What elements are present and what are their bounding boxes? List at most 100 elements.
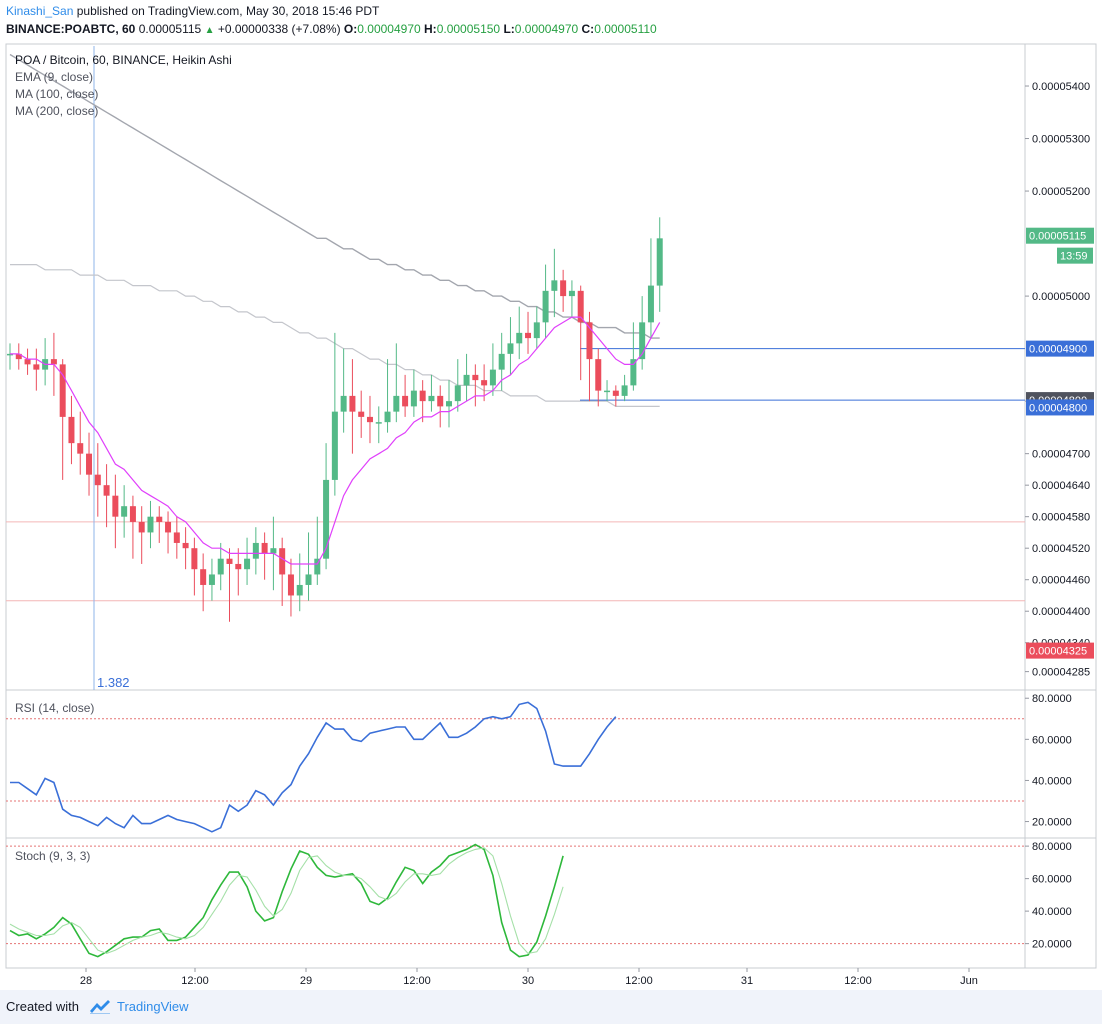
candle-body xyxy=(647,285,654,323)
candle-body xyxy=(305,574,312,585)
y-tick-label: 0.00004580 xyxy=(1032,512,1090,524)
candle-body xyxy=(165,521,172,533)
ma200-legend[interactable]: MA (200, close) xyxy=(15,104,98,118)
candle-body xyxy=(384,411,391,423)
candle-body xyxy=(77,443,84,454)
tradingview-logo-icon xyxy=(88,997,112,1020)
candle-body xyxy=(50,359,57,365)
candle-body xyxy=(296,584,303,596)
price-label-text: 0.00005115 xyxy=(1029,231,1086,243)
footer-bar: Created with TradingView xyxy=(0,990,1102,1024)
candle-body xyxy=(287,574,294,596)
price-label-text: 0.00004900 xyxy=(1029,344,1087,356)
candle-body xyxy=(112,495,119,517)
candle-body xyxy=(463,374,470,386)
candle-body xyxy=(191,548,198,570)
rsi-legend[interactable]: RSI (14, close) xyxy=(15,701,94,715)
candle-body xyxy=(340,395,347,412)
candle-body xyxy=(393,395,400,412)
candle-body xyxy=(156,516,163,522)
stoch-legend[interactable]: Stoch (9, 3, 3) xyxy=(15,849,90,863)
candle-body xyxy=(68,416,75,444)
y-tick-label: 0.00004520 xyxy=(1032,543,1090,555)
y-tick-label: 40.0000 xyxy=(1032,775,1072,787)
y-tick-label: 0.00005200 xyxy=(1032,186,1090,198)
main-legend-title: POA / Bitcoin, 60, BINANCE, Heikin Ashi xyxy=(15,53,232,67)
chart-svg[interactable]: 0.00005400 0.00005300 0.00005200 0.00005000… xyxy=(0,0,1102,990)
x-tick-label: 28 xyxy=(80,975,92,987)
candle-body xyxy=(94,474,101,486)
y-tick-label: 20.0000 xyxy=(1032,939,1072,951)
y-tick-label: 60.0000 xyxy=(1032,874,1072,886)
candle-body xyxy=(270,548,277,554)
candle-body xyxy=(147,516,154,533)
candle-body xyxy=(656,238,663,286)
candle-body xyxy=(498,353,505,370)
y-tick-label: 0.00004640 xyxy=(1032,480,1090,492)
ma100-legend[interactable]: MA (100, close) xyxy=(15,87,98,101)
y-tick-label: 0.00004700 xyxy=(1032,449,1090,461)
candle-body xyxy=(419,390,426,402)
ema-legend[interactable]: EMA (9, close) xyxy=(15,70,93,84)
candle-body xyxy=(244,558,251,570)
tradingview-brand-link[interactable]: TradingView xyxy=(117,999,189,1014)
y-tick-label: 40.0000 xyxy=(1032,906,1072,918)
candle-body xyxy=(410,390,417,407)
candle-body xyxy=(358,411,365,417)
candle-body xyxy=(533,322,540,339)
candle-body xyxy=(200,569,207,585)
y-tick-label: 20.0000 xyxy=(1032,817,1072,829)
candle-body xyxy=(551,280,558,291)
y-tick-label: 80.0000 xyxy=(1032,841,1072,853)
fib-level-label: 1.382 xyxy=(97,675,130,690)
candle-body xyxy=(366,416,373,423)
candle-body xyxy=(630,359,637,386)
candle-body xyxy=(138,521,145,533)
candle-body xyxy=(489,369,496,386)
candle-body xyxy=(507,343,514,354)
candle-body xyxy=(235,563,242,570)
price-label-text: 0.00004325 xyxy=(1029,646,1087,658)
x-tick-label: 12:00 xyxy=(844,975,872,987)
y-tick-label: 0.00004285 xyxy=(1032,667,1090,679)
candle-body xyxy=(86,453,93,475)
stoch-line-1 xyxy=(9,847,564,954)
candle-body xyxy=(595,359,602,391)
candle-body xyxy=(173,532,180,543)
candle-body xyxy=(24,359,31,365)
y-tick-label: 60.0000 xyxy=(1032,734,1072,746)
candle-body xyxy=(516,332,523,344)
candle-body xyxy=(472,374,479,381)
candle-body xyxy=(454,385,461,402)
x-tick-label: 29 xyxy=(300,975,312,987)
y-tick-label: 0.00004400 xyxy=(1032,606,1090,618)
candle-body xyxy=(208,574,215,585)
candle-body xyxy=(103,485,110,496)
x-tick-label: 31 xyxy=(741,975,753,987)
candle-body xyxy=(121,506,128,517)
y-tick-label: 0.00005000 xyxy=(1032,291,1090,303)
candle-body xyxy=(279,548,286,575)
candle-body xyxy=(349,395,356,412)
candle-body xyxy=(331,411,338,480)
x-tick-label: 30 xyxy=(522,975,534,987)
x-tick-label: 12:00 xyxy=(403,975,431,987)
candle-body xyxy=(560,280,567,297)
candle-body xyxy=(621,385,628,396)
candle-body xyxy=(252,542,259,559)
candle-body xyxy=(568,290,575,297)
candle-body xyxy=(612,390,619,396)
rsi-line-0 xyxy=(10,701,617,833)
x-tick-label: 12:00 xyxy=(625,975,653,987)
candle-body xyxy=(129,506,136,522)
y-tick-label: 0.00005300 xyxy=(1032,134,1090,146)
y-tick-label: 0.00004460 xyxy=(1032,575,1090,587)
candle-body xyxy=(182,542,189,549)
y-tick-label: 80.0000 xyxy=(1032,693,1072,705)
candle-body xyxy=(446,401,452,407)
candle-body xyxy=(375,422,382,424)
candle-body xyxy=(428,395,435,402)
price-label-text: 13:59 xyxy=(1060,251,1088,263)
x-tick-label: 12:00 xyxy=(181,975,209,987)
candle-body xyxy=(217,558,224,575)
